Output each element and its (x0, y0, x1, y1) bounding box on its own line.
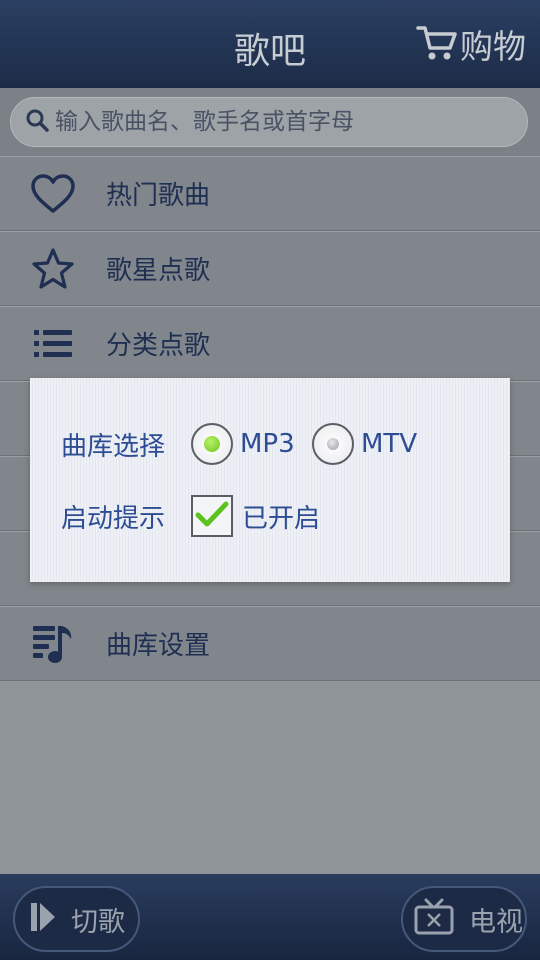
search-icon (25, 108, 49, 136)
skip-icon (29, 900, 57, 938)
skip-label: 切歌 (71, 906, 125, 938)
tv-label: 电视 (469, 906, 523, 938)
app-header: 歌吧 购物 (0, 0, 540, 88)
menu-item-label: 分类点歌 (106, 331, 211, 361)
checkmark-icon (195, 500, 229, 532)
tv-icon (413, 898, 455, 940)
startup-label: 启动提示 (61, 503, 166, 534)
search-bar (0, 88, 540, 156)
mp3-radio[interactable] (191, 423, 233, 465)
search-input[interactable] (55, 109, 495, 135)
menu-item-label: 热门歌曲 (106, 181, 211, 211)
menu-item-library-settings[interactable]: 曲库设置 (0, 606, 540, 681)
startup-row: 启动提示 已开启 (30, 492, 510, 540)
mp3-label[interactable]: MP3 (240, 429, 295, 459)
menu-item-singers[interactable]: 歌星点歌 (0, 231, 540, 306)
radio-unselected-dot (327, 438, 339, 450)
list-icon (30, 321, 76, 367)
skip-song-button[interactable]: 切歌 (13, 886, 140, 952)
settings-dialog: 曲库选择 MP3 MTV 启动提示 已开启 (30, 378, 510, 582)
shop-label: 购物 (460, 27, 526, 66)
tv-button[interactable]: 电视 (401, 886, 527, 952)
menu-item-label: 曲库设置 (106, 631, 211, 661)
bottom-bar: 切歌 电视 (0, 874, 540, 960)
star-icon (30, 246, 76, 292)
search-box[interactable] (10, 97, 528, 147)
mtv-label[interactable]: MTV (361, 429, 417, 459)
radio-selected-dot (204, 436, 220, 452)
music-library-icon (30, 621, 76, 667)
cart-icon (416, 22, 458, 66)
menu-item-categories[interactable]: 分类点歌 (0, 306, 540, 381)
library-label: 曲库选择 (61, 431, 166, 462)
menu-item-label: 歌星点歌 (106, 256, 211, 286)
shop-button[interactable]: 购物 (416, 22, 526, 66)
mtv-radio[interactable] (312, 423, 354, 465)
startup-status: 已开启 (242, 503, 321, 534)
heart-icon (30, 171, 76, 217)
library-row: 曲库选择 MP3 MTV (30, 420, 510, 468)
menu-item-hot-songs[interactable]: 热门歌曲 (0, 156, 540, 231)
startup-checkbox[interactable] (191, 495, 233, 537)
